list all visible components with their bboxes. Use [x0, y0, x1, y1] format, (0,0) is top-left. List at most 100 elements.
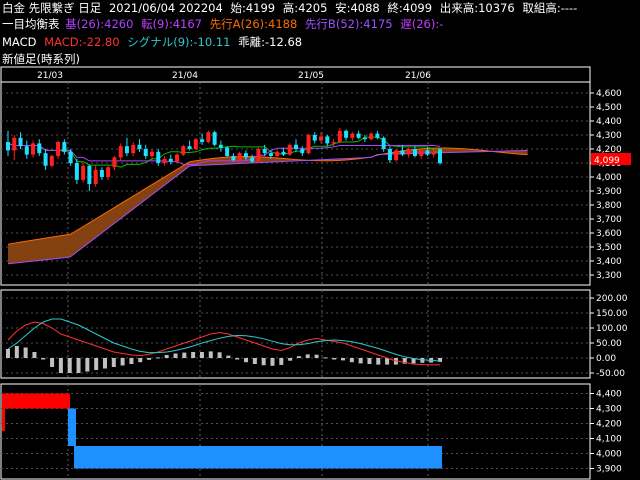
candle-body [93, 170, 98, 184]
candle-body [319, 136, 324, 141]
cloud-fill [8, 148, 528, 264]
candle-body [419, 150, 424, 156]
newprice-block [2, 393, 70, 409]
macd-panel-frame [0, 289, 591, 379]
candle-body [150, 151, 154, 156]
macd-hist-bar [67, 358, 72, 373]
macd-hist-bar [226, 355, 231, 358]
macd-hist-bar [191, 352, 196, 358]
candle-body [106, 167, 111, 177]
newprice-tail [2, 408, 5, 431]
candle-body [243, 153, 248, 158]
np-tick-label: 4,100 [596, 435, 622, 445]
candle-body [193, 139, 198, 149]
candle-body [175, 154, 180, 162]
newprice-blocks [2, 393, 442, 469]
candle-body [369, 133, 374, 140]
candle-body [412, 149, 417, 156]
newprice-block [74, 446, 442, 469]
macd-hist-bar [6, 349, 10, 358]
candle-body [438, 149, 442, 164]
macd-hist-bar [111, 358, 116, 367]
candle-body [281, 151, 286, 155]
candle-body [168, 158, 173, 162]
candle-body [18, 137, 23, 147]
candle-body [300, 149, 305, 154]
candle-body [156, 151, 161, 163]
candle-body [356, 133, 361, 138]
candle-body [131, 144, 136, 154]
price-tick-label: 4,600 [596, 89, 622, 99]
candle-body [68, 151, 73, 163]
x-axis-labels: 21/03 21/04 21/05 21/06 [37, 71, 431, 81]
candle-body [262, 149, 267, 154]
price-tick-label: 3,600 [596, 229, 622, 239]
candle-body [256, 149, 261, 162]
candle-body [381, 137, 386, 149]
candle-body [312, 135, 317, 141]
candle-body [56, 142, 61, 156]
candle-body [206, 132, 211, 142]
candle-body [350, 133, 355, 138]
macd-hist-bar [270, 358, 275, 366]
candle-body [49, 156, 54, 166]
candle-body [212, 132, 217, 145]
price-tick-label: 3,300 [596, 271, 622, 281]
newprice-block [68, 408, 76, 446]
candle-body [294, 144, 298, 149]
macd-hist-bar [208, 351, 213, 358]
candle-body [218, 144, 223, 148]
macd-hist-bar [199, 352, 204, 358]
x-label-apr: 21/04 [172, 71, 198, 81]
candle-body [137, 144, 142, 149]
x-label-jun: 21/06 [405, 71, 431, 81]
price-tick-label: 3,800 [596, 201, 622, 211]
macd-hist-bar [341, 358, 346, 361]
candle-body [162, 158, 167, 163]
macd-hist-bar [332, 358, 337, 360]
candle-body [118, 146, 123, 158]
macd-tick-label: 50.00 [596, 339, 622, 349]
candle-body [225, 147, 230, 156]
macd-hist-bar [58, 358, 63, 373]
candle-body [400, 150, 405, 155]
candle-body [275, 151, 280, 156]
macd-hist-bar [296, 356, 301, 358]
macd-hist-bar [41, 358, 46, 360]
macd-axis: 200.00 150.00 100.00 50.00 0.00 -50.00 [590, 294, 628, 379]
x-label-mar: 21/03 [37, 71, 63, 81]
candle-body [250, 157, 255, 162]
np-tick-label: 4,300 [596, 405, 622, 415]
macd-hist-bar [129, 358, 134, 364]
np-tick-label: 3,900 [596, 465, 622, 475]
macd-hist-bar [349, 358, 354, 363]
candle-body [124, 146, 129, 154]
price-tick-label: 3,700 [596, 215, 622, 225]
candle-body [12, 137, 17, 151]
price-tick-label: 4,500 [596, 103, 622, 113]
candle-body [81, 165, 86, 180]
ichimoku-cloud [7, 147, 528, 265]
candle-body [143, 149, 148, 156]
x-label-may: 21/05 [298, 71, 324, 81]
macd-hist-bar [367, 358, 372, 364]
macd-hist-bar [14, 346, 19, 358]
price-axis: 4,6004,5004,4004,3004,2004,1004,0003,900… [590, 89, 622, 281]
candle-body [99, 170, 104, 177]
chart-area[interactable]: 21/03 21/04 21/05 21/06 4,600 4,500 4,400 4… [0, 0, 640, 480]
macd-tick-label: 200.00 [596, 294, 628, 304]
candle-body [87, 165, 92, 184]
price-tick-label: 4,400 [596, 117, 622, 127]
candle-body [74, 163, 79, 180]
candle-body [306, 135, 311, 154]
macd-hist-bar [94, 358, 99, 370]
price-tick-label: 3,500 [596, 243, 622, 253]
macd-hist-bar [173, 353, 178, 358]
candle-body [24, 146, 29, 155]
candle-body [231, 156, 236, 161]
np-tick-label: 4,400 [596, 390, 622, 400]
candle-body [43, 153, 48, 166]
macd-hist-bar [76, 358, 81, 373]
np-tick-label: 4,200 [596, 420, 622, 430]
candle-body [431, 151, 436, 155]
